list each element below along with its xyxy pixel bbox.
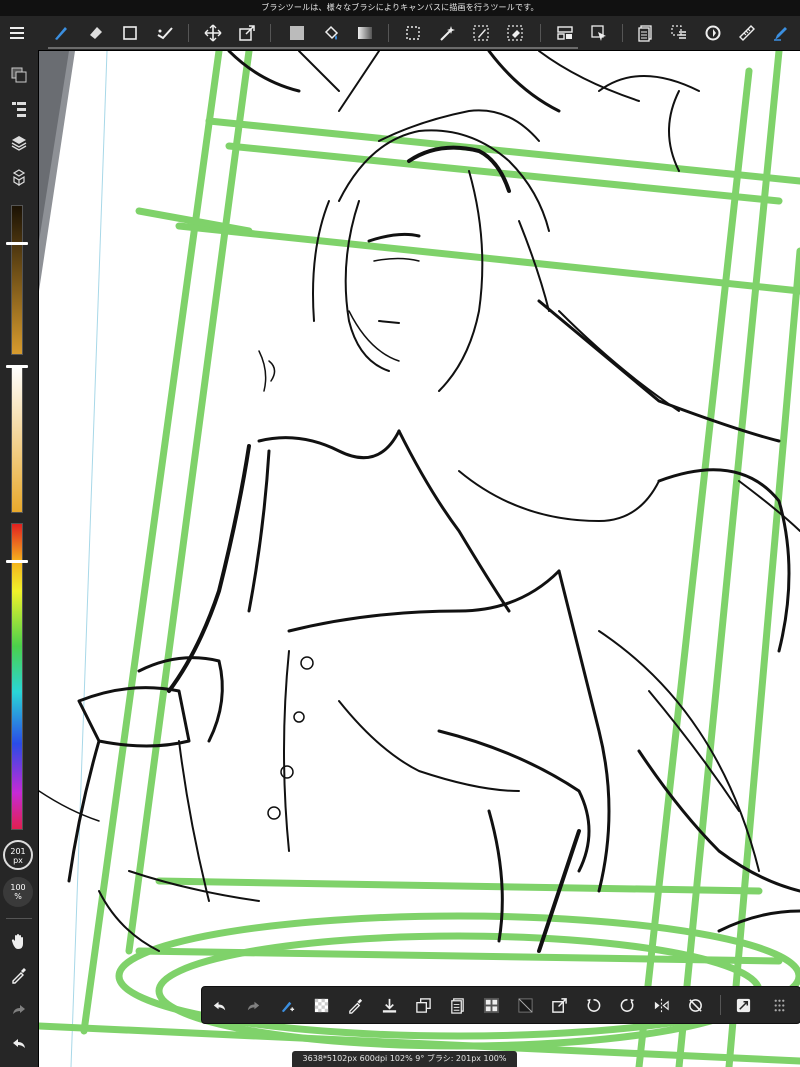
canvas-info-bar: 3638*5102px 600dpi 102% 9° ブラシ: 201px 10… <box>292 1051 517 1067</box>
layers-icon[interactable] <box>6 130 32 156</box>
top-toolbar <box>0 16 800 51</box>
select-pen-icon[interactable] <box>468 20 494 46</box>
eyedropper-icon[interactable] <box>6 962 32 988</box>
brush-size-unit: px <box>13 856 23 865</box>
eraser-icon[interactable] <box>83 20 109 46</box>
eyedropper-icon[interactable] <box>342 992 368 1018</box>
hue-slider-thumb[interactable] <box>6 560 28 563</box>
undo-icon[interactable] <box>6 1030 32 1056</box>
brightness-slider-thumb[interactable] <box>6 242 28 245</box>
grid-icon[interactable] <box>478 992 504 1018</box>
divider <box>720 995 721 1015</box>
menu-icon[interactable] <box>4 20 30 46</box>
rotate-cw-icon[interactable] <box>614 992 640 1018</box>
opacity-unit: % <box>14 892 22 901</box>
copy-icon[interactable] <box>410 992 436 1018</box>
layer-list-icon[interactable] <box>6 96 32 122</box>
opacity-indicator[interactable]: 100 % <box>3 877 33 907</box>
drawing-canvas[interactable] <box>39 51 800 1067</box>
brightness-slider[interactable] <box>6 205 28 355</box>
brush-size-indicator[interactable]: 201 px <box>3 840 33 870</box>
pages-icon[interactable] <box>632 20 658 46</box>
transparent-icon[interactable] <box>308 992 334 1018</box>
shape-icon[interactable] <box>117 20 143 46</box>
gradient-icon[interactable] <box>352 20 378 46</box>
reset-icon[interactable] <box>682 992 708 1018</box>
paste-icon[interactable] <box>444 992 470 1018</box>
status-bar: ブラシツールは、様々なブラシによりキャンバスに描画を行うツールです。 <box>0 0 800 16</box>
flip-icon[interactable] <box>648 992 674 1018</box>
edit-icon[interactable] <box>152 20 178 46</box>
brush-icon[interactable] <box>48 20 74 46</box>
more-icon[interactable] <box>766 992 792 1018</box>
brush-adjust-icon[interactable] <box>274 992 300 1018</box>
divider <box>6 918 32 919</box>
select-arrow-icon[interactable] <box>586 20 612 46</box>
snap-icon[interactable] <box>730 992 756 1018</box>
export-icon[interactable] <box>546 992 572 1018</box>
bottom-toolbar <box>201 986 800 1024</box>
panel-layout-icon[interactable] <box>552 20 578 46</box>
redo-icon[interactable] <box>240 992 266 1018</box>
clear-icon[interactable] <box>512 992 538 1018</box>
move-icon[interactable] <box>200 20 226 46</box>
select-rect-icon[interactable] <box>400 20 426 46</box>
redo-icon[interactable] <box>6 996 32 1022</box>
bucket-icon[interactable] <box>318 20 344 46</box>
layer-select-icon[interactable] <box>666 20 692 46</box>
magic-wand-icon[interactable] <box>434 20 460 46</box>
toolbar-underline <box>48 47 578 49</box>
left-toolbar: 201 px 100 % <box>0 50 39 1067</box>
hand-icon[interactable] <box>6 928 32 954</box>
saturation-slider[interactable] <box>6 365 28 513</box>
opacity-value: 100 <box>10 883 26 892</box>
saturation-slider-thumb[interactable] <box>6 365 28 368</box>
rotate-icon[interactable] <box>700 20 726 46</box>
canvas-artwork <box>39 51 800 1067</box>
brush-size-value: 201 <box>10 847 26 856</box>
download-icon[interactable] <box>376 992 402 1018</box>
select-eraser-icon[interactable] <box>502 20 528 46</box>
undo-icon[interactable] <box>206 992 232 1018</box>
fill-color-icon[interactable] <box>284 20 310 46</box>
hue-slider[interactable] <box>6 523 28 830</box>
materials-icon[interactable] <box>6 164 32 190</box>
ruler-icon[interactable] <box>734 20 760 46</box>
pen-setting-icon[interactable] <box>768 20 794 46</box>
color-swap-icon[interactable] <box>6 62 32 88</box>
rotate-ccw-icon[interactable] <box>580 992 606 1018</box>
transform-icon[interactable] <box>234 20 260 46</box>
